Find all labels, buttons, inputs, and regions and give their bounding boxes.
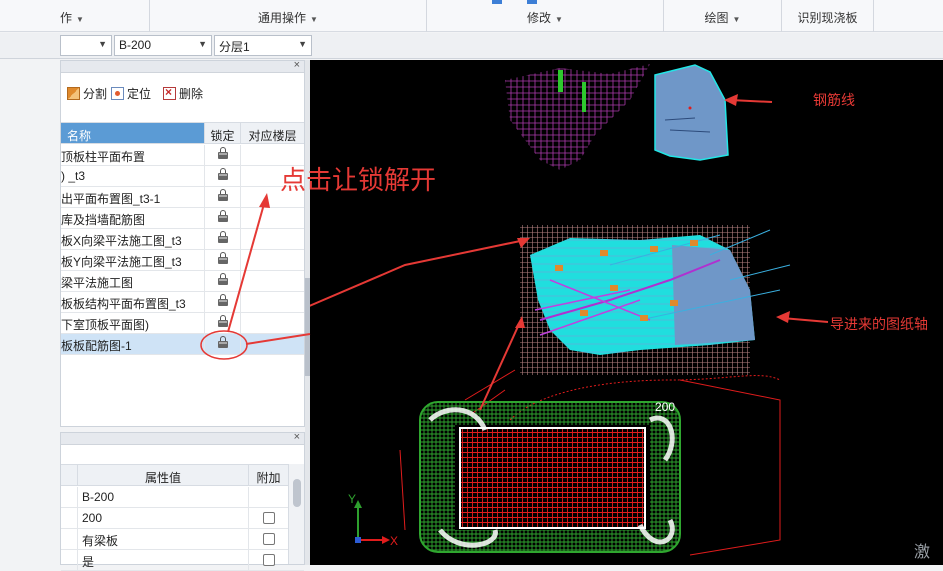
highlight-circle bbox=[200, 330, 248, 360]
annotation-arrow bbox=[245, 333, 311, 345]
annotation-overlay bbox=[200, 193, 311, 360]
annotation-arrow bbox=[227, 203, 265, 333]
arrowhead-icon bbox=[259, 193, 270, 208]
